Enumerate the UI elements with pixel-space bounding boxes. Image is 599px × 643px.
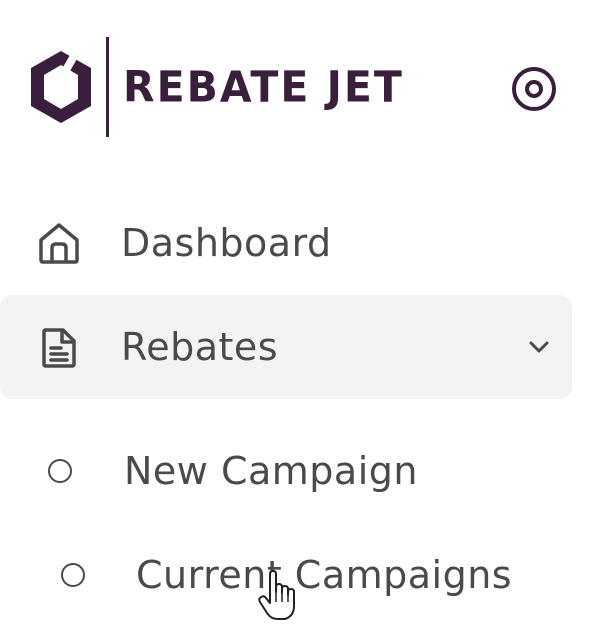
target-circle-icon [512,67,556,111]
submenu-item-label: Current Campaigns [136,553,513,597]
brand-logo[interactable]: REBATE JET [26,36,404,138]
sidebar-item-rebates[interactable]: Rebates [0,295,572,399]
sidebar-item-label: Rebates [121,325,279,369]
brand-divider [106,37,109,137]
circle-bullet-icon [61,563,85,587]
brand-name: REBATE JET [123,61,404,112]
chevron-down-icon[interactable] [524,332,554,362]
circle-bullet-icon [48,459,72,483]
document-icon [36,324,82,370]
home-icon [36,220,82,266]
sidebar-toggle-button[interactable] [511,66,557,112]
submenu-item-new-campaign[interactable]: New Campaign [48,436,418,506]
sidebar: REBATE JET Dashboard Rebates New Campaig… [0,0,599,643]
hexagon-logo-icon [31,50,91,123]
sidebar-item-dashboard[interactable]: Dashboard [0,191,572,295]
submenu-item-label: New Campaign [124,449,418,493]
sidebar-item-label: Dashboard [121,221,332,265]
submenu-item-current-campaigns[interactable]: Current Campaigns [61,540,512,610]
